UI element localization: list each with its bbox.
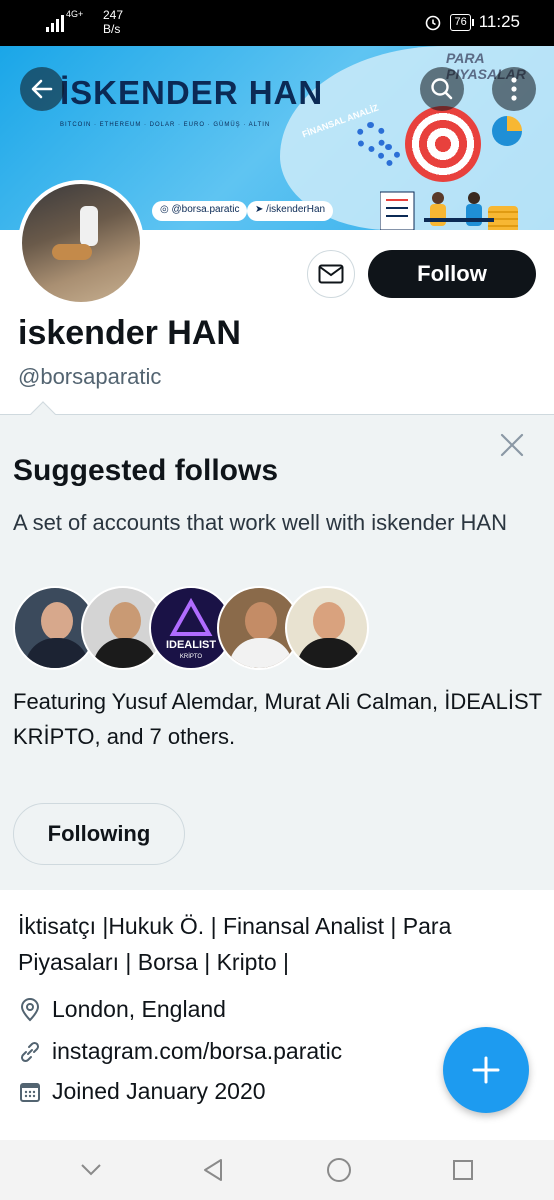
banner-subtitle: BITCOIN · ETHEREUM · DOLAR · EURO · GÜMÜ…: [60, 122, 271, 128]
message-button[interactable]: [307, 250, 355, 298]
back-button[interactable]: [20, 67, 64, 111]
telegram-handle: /iskenderHan: [266, 204, 326, 215]
status-right: 76 11:25: [424, 12, 520, 32]
search-icon: [431, 78, 453, 100]
following-button[interactable]: Following: [13, 803, 185, 865]
location-text: London, England: [52, 996, 226, 1022]
avatar-suit: [229, 638, 293, 668]
plus-icon: [472, 1056, 500, 1084]
location-icon: [20, 997, 40, 1021]
chevron-down-icon[interactable]: [80, 1163, 102, 1177]
avatar-dog: [52, 244, 92, 260]
speed-unit: B/s: [103, 22, 121, 36]
idealist-logo-text: IDEALIST: [166, 639, 216, 651]
idealist-logo-subtext: KRİPTO: [180, 653, 203, 660]
mail-icon: [318, 264, 344, 284]
instagram-badge: ◎ @borsa.paratic: [152, 201, 248, 221]
nav-back-icon[interactable]: [201, 1157, 227, 1183]
calendar-icon: [20, 1082, 40, 1102]
more-button[interactable]: [492, 67, 536, 111]
follow-button[interactable]: Follow: [368, 250, 536, 298]
profile-bio: İktisatçı |Hukuk Ö. | Finansal Analist |…: [18, 913, 452, 975]
close-suggestions-button[interactable]: [497, 430, 527, 460]
avatar-face: [245, 602, 277, 640]
alarm-icon: [426, 15, 441, 31]
avatar-face: [109, 602, 141, 640]
avatar-suit: [297, 638, 361, 668]
nav-home-icon[interactable]: [326, 1157, 352, 1183]
avatar-figure: [80, 206, 98, 246]
gear-icon: [378, 144, 400, 166]
suggested-avatar[interactable]: [285, 586, 369, 670]
link-icon: [20, 1041, 40, 1062]
target-illustration: [405, 106, 481, 182]
user-handle: @borsaparatic: [18, 364, 162, 389]
network-type: 4G+: [66, 9, 84, 19]
suggested-avatars: IDEALIST KRİPTO: [13, 586, 369, 670]
people-illustration: [380, 191, 494, 230]
system-nav-bar: [0, 1140, 554, 1200]
more-vertical-icon: [511, 77, 517, 101]
location-row: London, England: [18, 996, 226, 1023]
instagram-icon: ◎: [160, 204, 172, 215]
joined-row: Joined January 2020: [18, 1078, 266, 1105]
speed-value: 247: [103, 8, 124, 22]
avatar[interactable]: [18, 180, 144, 306]
website-link[interactable]: instagram.com/borsa.paratic: [52, 1038, 342, 1065]
display-name: iskender HAN: [18, 314, 241, 352]
joined-text: Joined January 2020: [52, 1078, 266, 1104]
suggested-description: A set of accounts that work well with is…: [13, 510, 507, 535]
status-bar: 4G+ 247 B/s 76 11:25: [0, 0, 554, 46]
featuring-text: Featuring Yusuf Alemdar, Murat Ali Calma…: [13, 689, 542, 749]
network-speed: 247 B/s: [103, 8, 123, 36]
compose-button[interactable]: [443, 1027, 529, 1113]
nav-recents-icon[interactable]: [451, 1158, 475, 1182]
avatar-face: [41, 602, 73, 640]
signal-icon: [46, 12, 64, 32]
avatar-suit: [93, 638, 157, 668]
suggested-title: Suggested follows: [13, 454, 279, 487]
battery-indicator: 76: [450, 13, 475, 31]
search-button[interactable]: [420, 67, 464, 111]
telegram-badge: ➤ /iskenderHan: [247, 201, 334, 221]
back-arrow-icon: [31, 79, 53, 99]
avatar-face: [313, 602, 345, 640]
avatar-suit: [25, 638, 89, 668]
website-row[interactable]: instagram.com/borsa.paratic: [18, 1038, 342, 1065]
clock: 11:25: [478, 12, 520, 31]
telegram-icon: ➤: [255, 204, 267, 215]
close-icon: [500, 433, 524, 457]
banner-title: İSKENDER HAN: [60, 74, 324, 111]
pie-chart-illustration: [492, 116, 522, 146]
instagram-handle: @borsa.paratic: [171, 204, 240, 215]
